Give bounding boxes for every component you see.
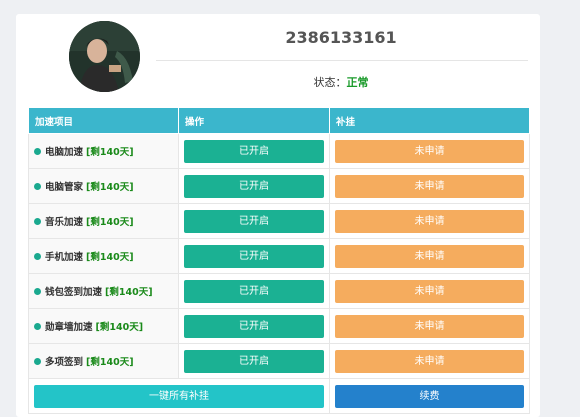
not-applied-button[interactable]: 未申请 bbox=[335, 244, 524, 268]
action-cell: 已开启 bbox=[178, 308, 330, 344]
table-row: 音乐加速 [剩140天] 已开启 未申请 bbox=[28, 203, 530, 239]
item-cell: 钱包签到加速 [剩140天] bbox=[28, 273, 179, 309]
not-applied-button[interactable]: 未申请 bbox=[335, 209, 524, 233]
column-header-supplement: 补挂 bbox=[329, 107, 530, 134]
item-cell: 勋章墙加速 [剩140天] bbox=[28, 308, 179, 344]
enabled-button[interactable]: 已开启 bbox=[184, 209, 324, 233]
status-dot-icon bbox=[34, 253, 41, 260]
action-cell: 已开启 bbox=[178, 273, 330, 309]
account-status: 状态：正常 bbox=[156, 74, 526, 90]
supplement-cell: 未申请 bbox=[329, 273, 530, 309]
supplement-cell: 未申请 bbox=[329, 238, 530, 274]
days-remaining: [剩140天] bbox=[86, 217, 134, 228]
status-dot-icon bbox=[34, 183, 41, 190]
action-cell: 已开启 bbox=[178, 133, 330, 169]
days-remaining: [剩140天] bbox=[86, 357, 134, 368]
item-name: 勋章墙加速 bbox=[45, 322, 93, 333]
status-dot-icon bbox=[34, 358, 41, 365]
enabled-button[interactable]: 已开启 bbox=[184, 314, 324, 338]
not-applied-button[interactable]: 未申请 bbox=[335, 349, 524, 373]
days-remaining: [剩140天] bbox=[95, 322, 144, 333]
table-row: 电脑管家 [剩140天] 已开启 未申请 bbox=[28, 168, 530, 204]
action-cell: 已开启 bbox=[178, 238, 330, 274]
action-cell: 已开启 bbox=[178, 343, 330, 379]
action-cell: 已开启 bbox=[178, 168, 330, 204]
item-cell: 音乐加速 [剩140天] bbox=[28, 203, 179, 239]
item-name: 电脑管家 bbox=[45, 182, 84, 193]
supplement-cell: 未申请 bbox=[329, 168, 530, 204]
not-applied-button[interactable]: 未申请 bbox=[335, 139, 524, 163]
days-remaining: [剩140天] bbox=[86, 182, 134, 193]
table-row: 钱包签到加速 [剩140天] 已开启 未申请 bbox=[28, 273, 530, 309]
enabled-button[interactable]: 已开启 bbox=[184, 139, 324, 163]
days-remaining: [剩140天] bbox=[86, 252, 134, 263]
divider bbox=[156, 60, 528, 61]
not-applied-button[interactable]: 未申请 bbox=[335, 314, 524, 338]
status-label: 状态： bbox=[313, 76, 347, 89]
days-remaining: [剩140天] bbox=[105, 287, 153, 298]
status-dot-icon bbox=[34, 218, 41, 225]
not-applied-button[interactable]: 未申请 bbox=[335, 174, 524, 198]
supplement-cell: 未申请 bbox=[329, 343, 530, 379]
supplement-cell: 未申请 bbox=[329, 308, 530, 344]
table-header-row: 加速项目 操作 补挂 bbox=[28, 107, 530, 134]
action-cell: 已开启 bbox=[178, 203, 330, 239]
table-row: 勋章墙加速 [剩140天] 已开启 未申请 bbox=[28, 308, 530, 344]
item-name: 音乐加速 bbox=[45, 217, 84, 228]
days-remaining: [剩140天] bbox=[86, 147, 134, 158]
not-applied-button[interactable]: 未申请 bbox=[335, 279, 524, 303]
item-name: 钱包签到加速 bbox=[45, 287, 103, 298]
item-name: 多项签到 bbox=[45, 357, 84, 368]
status-dot-icon bbox=[34, 288, 41, 295]
account-number: 2386133161 bbox=[285, 28, 397, 47]
enabled-button[interactable]: 已开启 bbox=[184, 279, 324, 303]
apply-all-cell: 一键所有补挂 bbox=[28, 378, 330, 414]
item-name: 手机加速 bbox=[45, 252, 84, 263]
item-cell: 电脑加速 [剩140天] bbox=[28, 133, 179, 169]
apply-all-supplement-button[interactable]: 一键所有补挂 bbox=[34, 384, 324, 408]
supplement-cell: 未申请 bbox=[329, 133, 530, 169]
table-row: 多项签到 [剩140天] 已开启 未申请 bbox=[28, 343, 530, 379]
supplement-cell: 未申请 bbox=[329, 203, 530, 239]
status-dot-icon bbox=[34, 323, 41, 330]
table-row: 手机加速 [剩140天] 已开启 未申请 bbox=[28, 238, 530, 274]
renew-button[interactable]: 续费 bbox=[335, 384, 524, 408]
acceleration-table: 加速项目 操作 补挂 电脑加速 [剩140天] 已开启 未申请 电脑管家 [剩1… bbox=[28, 107, 530, 414]
column-header-action: 操作 bbox=[178, 107, 330, 134]
enabled-button[interactable]: 已开启 bbox=[184, 174, 324, 198]
table-row: 电脑加速 [剩140天] 已开启 未申请 bbox=[28, 133, 530, 169]
enabled-button[interactable]: 已开启 bbox=[184, 244, 324, 268]
item-cell: 多项签到 [剩140天] bbox=[28, 343, 179, 379]
account-card: 2386133161 状态：正常 加速项目 操作 补挂 电脑加速 [剩140天]… bbox=[16, 14, 540, 417]
footer-row: 一键所有补挂 续费 bbox=[28, 378, 530, 414]
column-header-item: 加速项目 bbox=[28, 107, 179, 134]
avatar bbox=[69, 21, 140, 92]
item-cell: 手机加速 [剩140天] bbox=[28, 238, 179, 274]
status-value: 正常 bbox=[346, 76, 369, 89]
status-dot-icon bbox=[34, 148, 41, 155]
item-name: 电脑加速 bbox=[45, 147, 84, 158]
enabled-button[interactable]: 已开启 bbox=[184, 349, 324, 373]
renew-cell: 续费 bbox=[329, 378, 530, 414]
item-cell: 电脑管家 [剩140天] bbox=[28, 168, 179, 204]
